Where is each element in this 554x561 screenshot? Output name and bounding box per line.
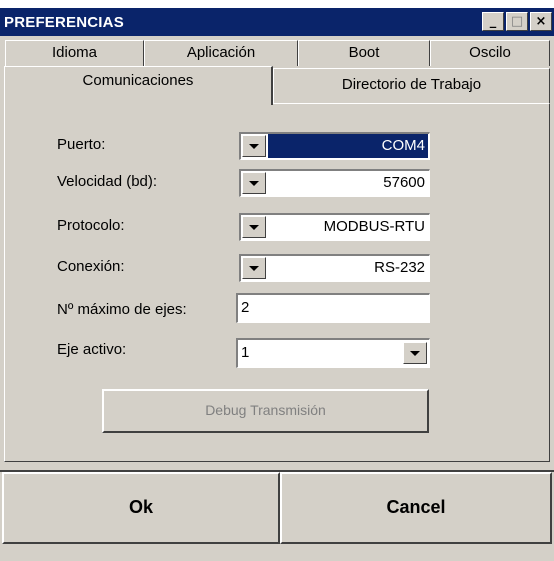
- tab-boot-label: Boot: [348, 44, 380, 61]
- tab-idioma-label: Idioma: [51, 44, 98, 61]
- tab-aplicacion-label: Aplicación: [186, 44, 256, 61]
- velocidad-value: 57600: [268, 171, 428, 195]
- tab-boot[interactable]: Boot: [298, 40, 430, 66]
- tab-oscilo-label: Oscilo: [469, 44, 511, 61]
- max-ejes-input[interactable]: 2: [236, 293, 430, 323]
- tab-directorio-de-trabajo[interactable]: Directorio de Trabajo: [273, 68, 550, 103]
- ok-button[interactable]: Ok: [2, 472, 280, 544]
- max-ejes-label: Nº máximo de ejes:: [57, 301, 187, 318]
- conexion-label: Conexión:: [57, 258, 125, 275]
- puerto-value: COM4: [268, 134, 428, 158]
- minimize-button[interactable]: _: [482, 12, 504, 31]
- close-button[interactable]: ×: [530, 12, 552, 31]
- tab-comunicaciones-label: Comunicaciones: [82, 72, 194, 89]
- puerto-dropdown-arrow-icon[interactable]: [242, 135, 266, 157]
- protocolo-label: Protocolo:: [57, 217, 125, 234]
- conexion-dropdown-arrow-icon[interactable]: [242, 257, 266, 279]
- velocidad-label: Velocidad (bd):: [57, 173, 158, 190]
- conexion-value: RS-232: [268, 256, 428, 280]
- protocolo-dropdown-arrow-icon[interactable]: [242, 216, 266, 238]
- debug-transmision-button[interactable]: Debug Transmisión: [102, 389, 429, 433]
- protocolo-value: MODBUS-RTU: [268, 215, 428, 239]
- puerto-label: Puerto:: [57, 136, 106, 153]
- tab-directorio-label: Directorio de Trabajo: [341, 76, 482, 93]
- eje-activo-value: 1: [241, 344, 250, 361]
- eje-activo-label: Eje activo:: [57, 341, 127, 358]
- maximize-button[interactable]: □: [506, 12, 528, 31]
- preferences-window: PREFERENCIAS _ □ × Idioma Aplicación Boo…: [0, 8, 554, 561]
- tab-aplicacion[interactable]: Aplicación: [144, 40, 298, 66]
- eje-activo-dropdown-arrow-icon[interactable]: [403, 342, 427, 364]
- tab-idioma[interactable]: Idioma: [5, 40, 144, 66]
- cancel-button[interactable]: Cancel: [280, 472, 552, 544]
- title-bar[interactable]: PREFERENCIAS _ □ ×: [0, 8, 554, 36]
- window-title: PREFERENCIAS: [4, 13, 124, 31]
- velocidad-dropdown-arrow-icon[interactable]: [242, 172, 266, 194]
- eje-activo-select[interactable]: 1: [236, 338, 430, 368]
- tab-comunicaciones[interactable]: Comunicaciones: [4, 66, 273, 105]
- tab-oscilo[interactable]: Oscilo: [430, 40, 550, 66]
